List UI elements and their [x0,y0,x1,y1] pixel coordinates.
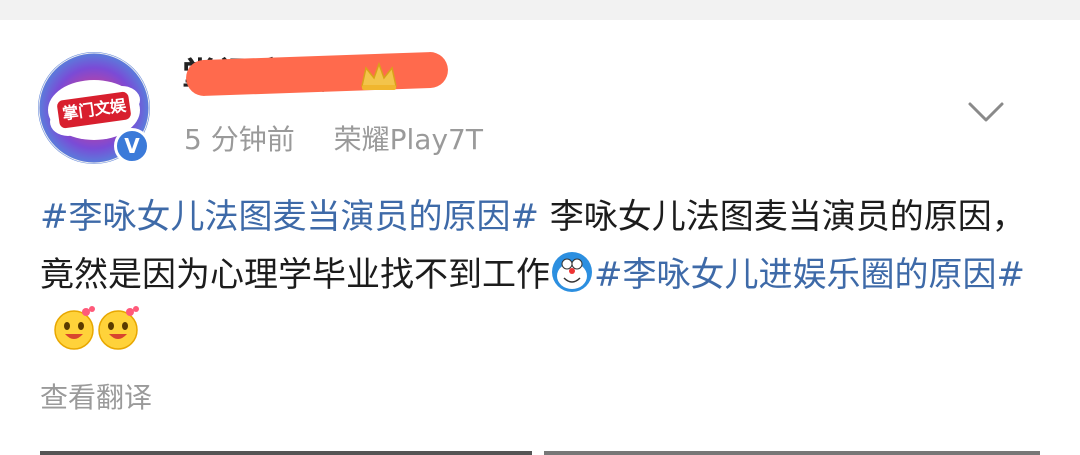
image-thumbnail[interactable] [544,451,1040,455]
translate-link[interactable]: 查看翻译 [40,378,152,418]
love-face-emoji-icon [52,304,142,350]
verified-v-icon: V [114,128,150,164]
post-meta: 5 分钟前 荣耀Play7T [184,120,513,160]
post-time: 5 分钟前 [184,123,295,156]
post-text: #李咏女儿法图麦当演员的原因# 李咏女儿法图麦当演员的原因，竟然是因为心理学毕业… [40,188,1050,362]
hashtag-link[interactable]: #李咏女儿进娱乐圈的原因# [594,255,1025,295]
crown-icon [358,60,400,92]
doraemon-emoji-icon [550,250,594,294]
post-device[interactable]: 荣耀Play7T [334,123,483,156]
image-thumbnail[interactable] [40,451,532,455]
hashtag-link[interactable]: #李咏女儿法图麦当演员的原因# [40,197,539,237]
chevron-down-icon[interactable] [966,96,1006,128]
